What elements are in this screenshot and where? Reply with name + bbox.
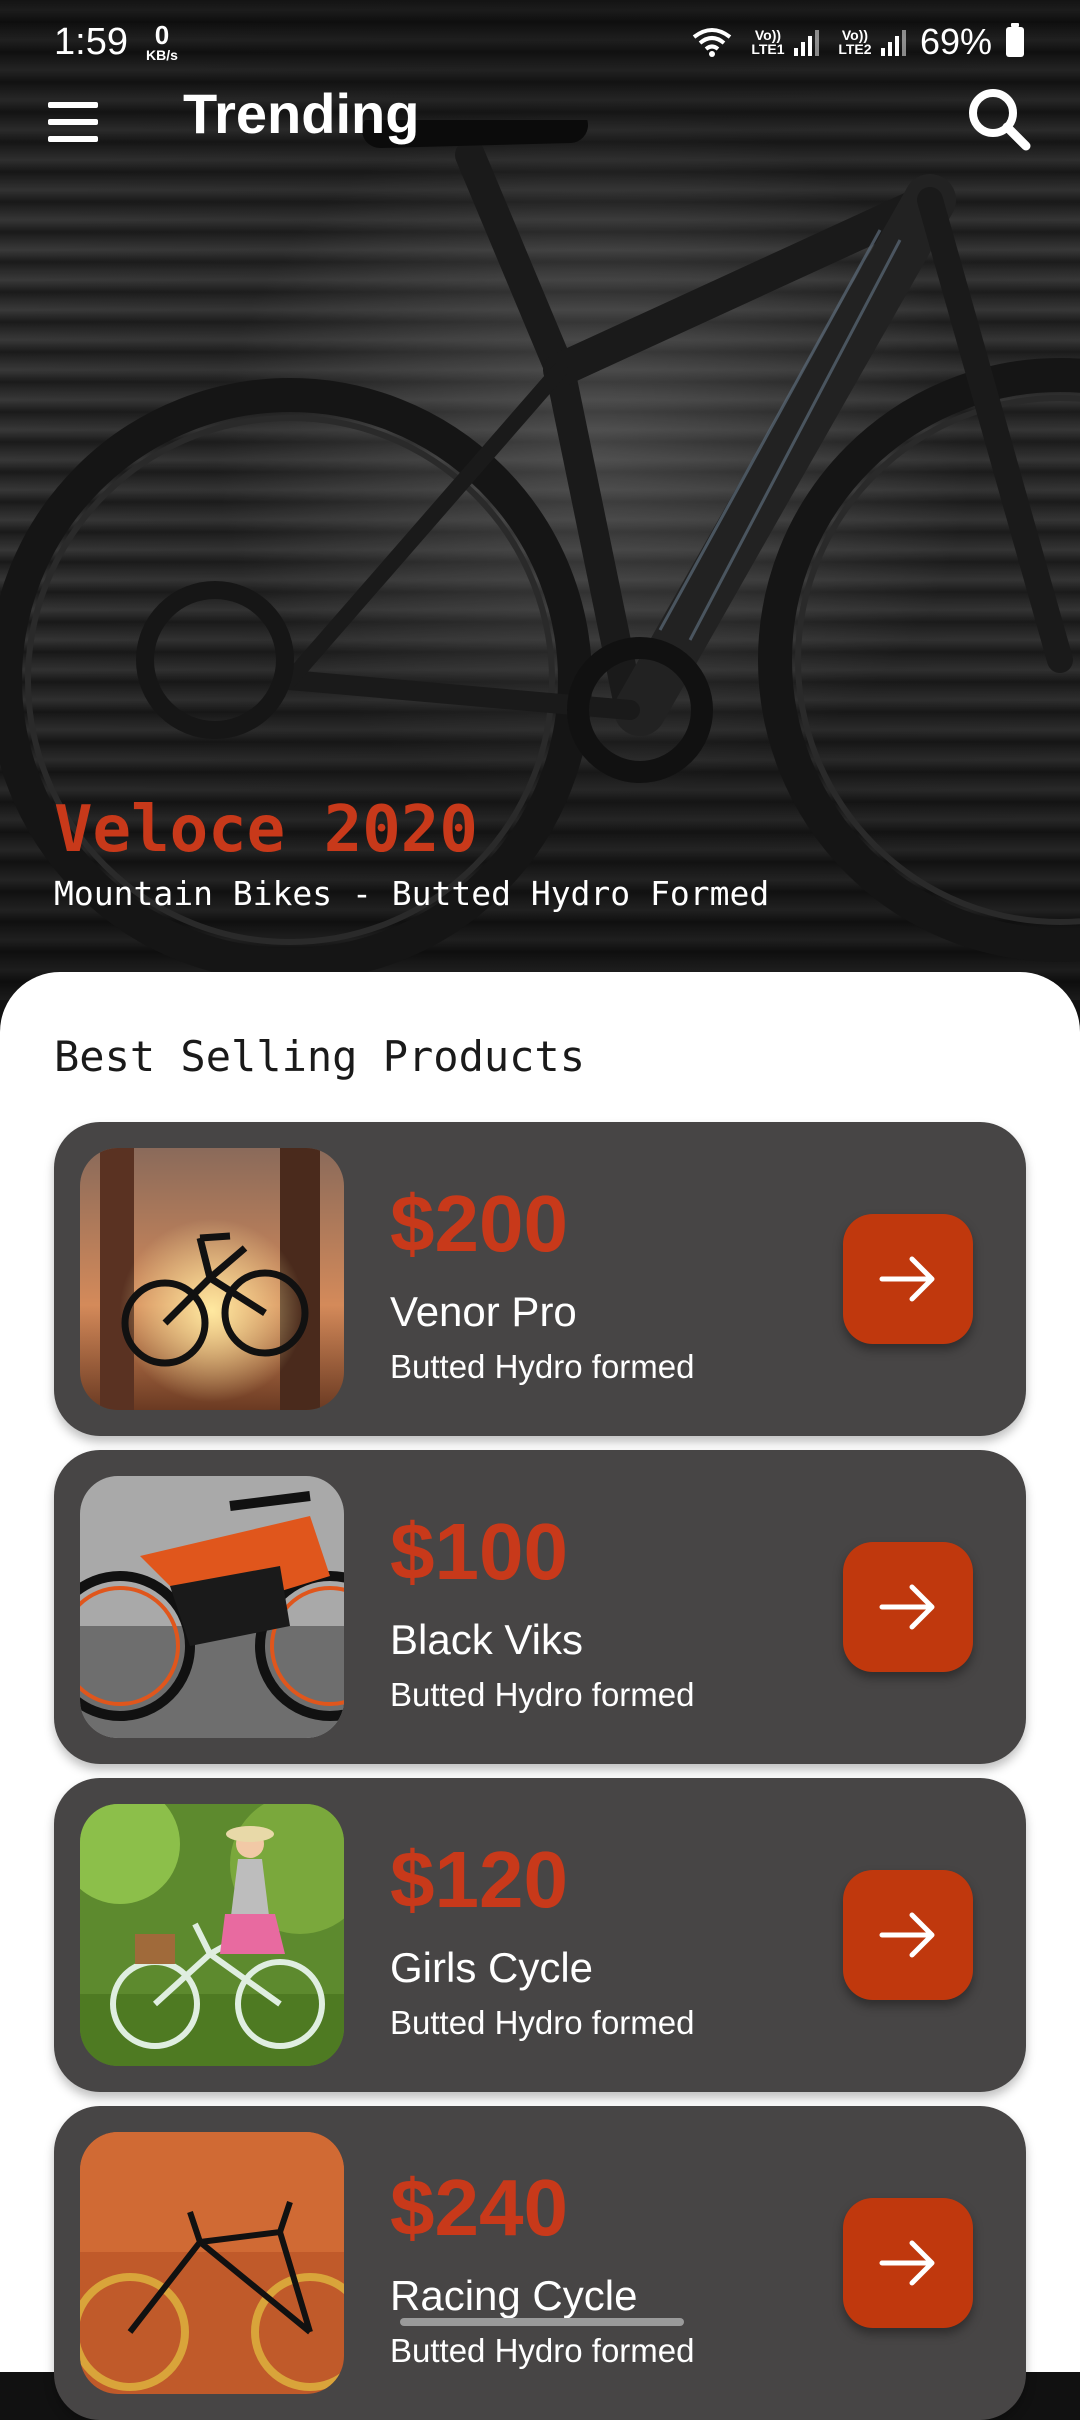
hero-caption: Veloce 2020 Mountain Bikes - Butted Hydr… [54, 790, 769, 913]
data-rate-indicator: 0 KB/s [146, 22, 178, 62]
product-card[interactable]: $120 Girls Cycle Butted Hydro formed [54, 1778, 1026, 2092]
status-bar: 1:59 0 KB/s Vo)) LTE1 Vo)) LTE2 69% [0, 0, 1080, 84]
hamburger-menu-icon[interactable] [46, 94, 102, 150]
sim1-label: Vo)) LTE1 [751, 27, 785, 57]
home-indicator[interactable] [400, 2318, 684, 2326]
view-product-button[interactable] [843, 1214, 973, 1344]
product-name: Venor Pro [390, 1288, 577, 1335]
orange-concept-bike-photo [80, 1476, 344, 1738]
hero-product-name: Veloce 2020 [54, 793, 478, 867]
page-title: Trending [183, 82, 420, 145]
racing-bike-orange-wall-photo [80, 2132, 344, 2394]
section-title: Best Selling Products [54, 1032, 586, 1081]
arrow-right-icon [879, 2240, 935, 2286]
product-name: Black Viks [390, 1616, 583, 1663]
view-product-button[interactable] [843, 1870, 973, 2000]
product-price: $240 [390, 2163, 568, 2252]
product-description: Butted Hydro formed [390, 2332, 695, 2369]
bike-at-sunset-photo [80, 1148, 344, 1410]
product-name: Girls Cycle [390, 1944, 594, 1991]
sim2-label: Vo)) LTE2 [838, 27, 872, 57]
data-rate-value: 0 [154, 20, 170, 50]
product-description: Butted Hydro formed [390, 1348, 695, 1385]
sim2-indicator: Vo)) LTE2 [833, 28, 906, 56]
arrow-right-icon [879, 1584, 935, 1630]
product-price: $100 [390, 1507, 568, 1596]
signal-icon [880, 30, 906, 56]
product-name: Racing Cycle [390, 2272, 638, 2319]
data-rate-unit: KB/s [145, 47, 178, 63]
product-card[interactable]: $100 Black Viks Butted Hydro formed [54, 1450, 1026, 1764]
arrow-right-icon [879, 1912, 935, 1958]
view-product-button[interactable] [843, 2198, 973, 2328]
best-selling-sheet[interactable]: Best Selling Products $200 Venor Pro But… [0, 972, 1080, 2420]
app-bar: Trending [0, 84, 1080, 224]
product-card[interactable]: $200 Venor Pro Butted Hydro formed [54, 1122, 1026, 1436]
product-card[interactable]: $240 Racing Cycle Butted Hydro formed [54, 2106, 1026, 2420]
signal-icon [793, 30, 819, 56]
girl-riding-cycle-photo [80, 1804, 344, 2066]
battery-icon [1006, 23, 1024, 57]
product-description: Butted Hydro formed [390, 2004, 695, 2041]
product-description: Butted Hydro formed [390, 1676, 695, 1713]
product-price: $200 [390, 1179, 568, 1268]
sim1-indicator: Vo)) LTE1 [746, 28, 819, 56]
search-icon[interactable] [964, 84, 1034, 154]
arrow-right-icon [879, 1256, 935, 1302]
hero-product-subtitle: Mountain Bikes - Butted Hydro Formed [54, 874, 770, 913]
status-time: 1:59 [54, 20, 128, 63]
wifi-icon [692, 28, 732, 57]
product-price: $120 [390, 1835, 568, 1924]
view-product-button[interactable] [843, 1542, 973, 1672]
battery-percent: 69% [919, 21, 992, 62]
